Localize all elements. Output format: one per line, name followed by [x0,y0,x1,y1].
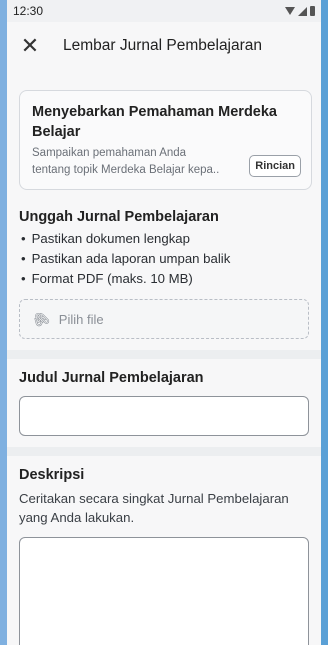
status-time: 12:30 [13,4,44,18]
app-header: ✕ Lembar Jurnal Pembelajaran [7,22,321,70]
rincian-button[interactable]: Rincian [249,155,301,177]
requirement-item: Pastikan dokumen lengkap [19,229,309,249]
signal-icon [298,6,307,16]
topic-card: Menyebarkan Pemahaman Merdeka Belajar Sa… [19,90,312,190]
section-divider [7,350,321,359]
device-frame-right [321,0,328,645]
file-picker[interactable]: 🖇 Pilih file [19,299,309,339]
page-title: Lembar Jurnal Pembelajaran [63,37,263,54]
close-icon[interactable]: ✕ [19,35,41,57]
requirement-item: Format PDF (maks. 10 MB) [19,269,309,289]
status-bar: 12:30 [7,0,321,22]
topic-title: Menyebarkan Pemahaman Merdeka Belajar [32,104,277,140]
topic-description: Sampaikan pemahaman Anda tentang topik M… [32,147,220,176]
upload-section: Unggah Jurnal Pembelajaran Pastikan doku… [7,209,321,645]
file-picker-label: Pilih file [58,311,104,327]
upload-requirements: Pastikan dokumen lengkap Pastikan ada la… [19,229,309,289]
requirement-item: Pastikan ada laporan umpan balik [19,249,309,269]
section-divider [7,447,321,456]
description-textarea[interactable] [19,537,309,645]
journal-title-input[interactable] [19,396,309,436]
description-label: Deskripsi [19,467,85,483]
description-helper: Ceritakan secara singkat Jurnal Pembelaj… [19,491,289,525]
status-icons [285,6,315,16]
journal-title-label: Judul Jurnal Pembelajaran [19,370,204,386]
wifi-icon [285,7,295,15]
paperclip-icon: 🖇 [28,307,53,330]
device-frame-left [0,0,7,645]
battery-icon [310,6,315,16]
upload-title: Unggah Jurnal Pembelajaran [19,209,219,225]
app-screen: 12:30 ✕ Lembar Jurnal Pembelajaran Menye… [7,0,321,645]
